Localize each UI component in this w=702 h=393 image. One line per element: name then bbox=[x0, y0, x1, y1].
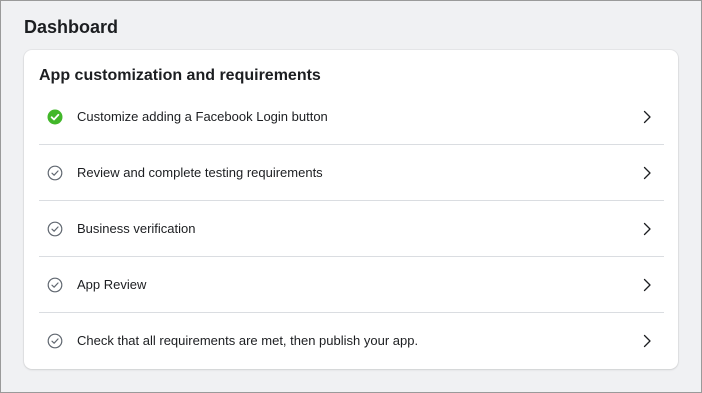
requirements-list: Customize adding a Facebook Login button… bbox=[39, 89, 664, 368]
chevron-right-icon bbox=[643, 110, 651, 123]
chevron-right-icon bbox=[643, 166, 651, 179]
list-item-customize-login-button[interactable]: Customize adding a Facebook Login button bbox=[39, 89, 664, 145]
check-circle-outline-icon bbox=[47, 277, 63, 292]
requirements-card: App customization and requirements Custo… bbox=[24, 50, 678, 369]
list-item-testing-requirements[interactable]: Review and complete testing requirements bbox=[39, 145, 664, 201]
list-item-label: Check that all requirements are met, the… bbox=[77, 332, 419, 348]
page-title: Dashboard bbox=[24, 17, 119, 37]
list-item-app-review[interactable]: App Review bbox=[39, 257, 664, 313]
chevron-right-icon bbox=[643, 278, 651, 291]
chevron-right-icon bbox=[643, 222, 651, 235]
chevron-right-icon bbox=[643, 334, 651, 347]
list-item-label: Business verification bbox=[77, 220, 196, 236]
check-circle-outline-icon bbox=[47, 333, 63, 348]
check-circle-filled-icon bbox=[47, 109, 63, 124]
list-item-business-verification[interactable]: Business verification bbox=[39, 201, 664, 257]
list-item-label: Review and complete testing requirements bbox=[77, 164, 323, 180]
dashboard-window: Dashboard App customization and requirem… bbox=[0, 0, 702, 393]
list-item-label: App Review bbox=[77, 276, 147, 292]
list-item-publish-app[interactable]: Check that all requirements are met, the… bbox=[39, 313, 664, 368]
check-circle-outline-icon bbox=[47, 165, 63, 180]
check-circle-outline-icon bbox=[47, 221, 63, 236]
list-item-label: Customize adding a Facebook Login button bbox=[77, 108, 328, 124]
card-title: App customization and requirements bbox=[39, 67, 321, 84]
